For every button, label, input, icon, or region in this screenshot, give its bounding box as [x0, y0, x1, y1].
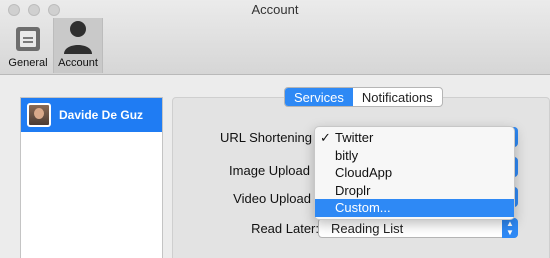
read-later-label: Read Later: [251, 221, 319, 236]
menu-item-cloudapp[interactable]: CloudApp [315, 164, 514, 182]
menu-item-label: CloudApp [335, 165, 393, 180]
settings-tabs: Services Notifications [284, 87, 443, 107]
url-shortening-menu: ✓ Twitter bitly CloudApp Droplr Custom..… [314, 126, 515, 220]
account-list: Davide De Guz [20, 97, 163, 258]
toolbar-general-button[interactable]: General [3, 18, 53, 73]
toolbar-account-button[interactable]: Account [53, 18, 103, 73]
popup-arrows-icon: ▲▼ [502, 218, 518, 238]
video-upload-label: Video Upload [233, 191, 311, 206]
toolbar-general-label: General [8, 57, 48, 69]
account-person-icon [54, 18, 102, 54]
url-shortening-label: URL Shortening [219, 130, 312, 145]
menu-item-label: bitly [335, 147, 359, 163]
toolbar-account-label: Account [58, 57, 98, 69]
read-later-popup[interactable]: Reading List ▲ ▼ [318, 218, 518, 238]
general-settings-icon [3, 18, 53, 54]
read-later-value: Reading List [331, 221, 404, 236]
account-name: Davide De Guz [59, 108, 144, 122]
menu-item-label: Custom... [335, 200, 391, 215]
account-list-item[interactable]: Davide De Guz [21, 98, 162, 132]
window-title: Account [251, 2, 299, 17]
avatar [27, 103, 51, 127]
window-toolbar: Account General Account [0, 0, 550, 75]
menu-item-custom[interactable]: Custom... [315, 199, 514, 217]
menu-item-droplr[interactable]: Droplr [315, 182, 514, 200]
menu-item-label: Twitter [335, 130, 374, 145]
tab-notifications[interactable]: Notifications [353, 88, 442, 106]
menu-item-twitter[interactable]: ✓ Twitter [315, 129, 514, 147]
image-upload-label: Image Upload [229, 163, 310, 178]
tab-services[interactable]: Services [285, 88, 353, 106]
checkmark-icon: ✓ [320, 130, 331, 145]
menu-item-label: Droplr [335, 182, 371, 198]
menu-item-bitly[interactable]: bitly [315, 147, 514, 165]
